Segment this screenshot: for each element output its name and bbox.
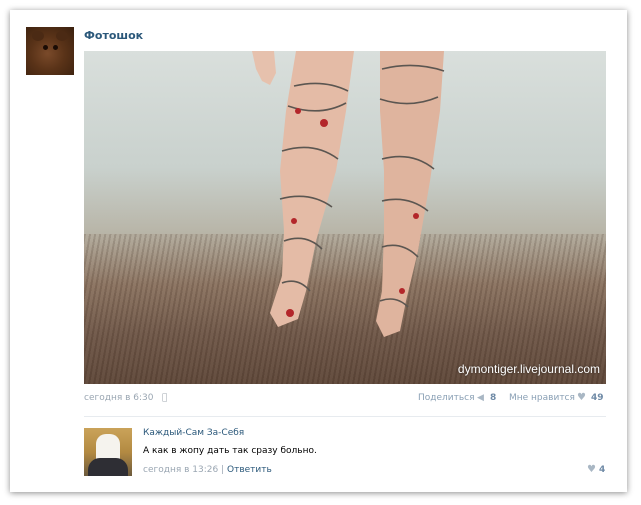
photo-left-leg <box>270 51 354 327</box>
heart-icon[interactable]: ♥ <box>577 392 586 403</box>
photo-watermark: dymontiger.livejournal.com <box>457 362 600 376</box>
avatar-eye-left <box>43 45 48 50</box>
apple-icon:  <box>162 393 167 403</box>
avatar-eye-right <box>53 45 58 50</box>
comments-divider <box>84 416 606 417</box>
community-avatar[interactable] <box>26 27 74 75</box>
share-button[interactable]: Поделиться <box>418 393 475 403</box>
avatar-robe <box>88 458 128 476</box>
avatar-ear-left <box>32 31 44 41</box>
photo-hand <box>252 51 276 85</box>
post-time-link[interactable]: сегодня в 6:30 <box>84 393 153 403</box>
post-photo[interactable]: dymontiger.livejournal.com <box>84 51 606 384</box>
megaphone-icon[interactable]: ◀ <box>477 393 484 403</box>
comment-meta-separator: | <box>221 465 225 475</box>
comment-author-link[interactable]: Каждый-Сам За-Себя <box>143 428 244 438</box>
comment-avatar[interactable] <box>84 428 132 476</box>
comment-like-count: 4 <box>599 465 606 475</box>
comment-time-link[interactable]: сегодня в 13:26 <box>143 465 218 475</box>
reply-button[interactable]: Ответить <box>227 465 272 475</box>
comment-heart-icon[interactable]: ♥ <box>587 464 596 475</box>
photo-legs-illustration <box>252 51 445 337</box>
post-meta-row: сегодня в 6:30  Поделиться ◀ 8 Мне нрав… <box>84 392 606 407</box>
comment-meta: сегодня в 13:26 | Ответить <box>143 465 272 475</box>
photo-right-leg <box>376 51 444 337</box>
avatar-ear-right <box>56 31 68 41</box>
comment-text: А как в жопу дать так сразу больно. <box>143 446 317 456</box>
post-card: Фотошок dymontiger.livejournal.com сегод… <box>10 10 627 492</box>
share-count: 8 <box>490 393 497 403</box>
like-count: 49 <box>591 393 604 403</box>
like-button[interactable]: Мне нравится <box>509 393 575 403</box>
post-author-link[interactable]: Фотошок <box>84 29 143 42</box>
